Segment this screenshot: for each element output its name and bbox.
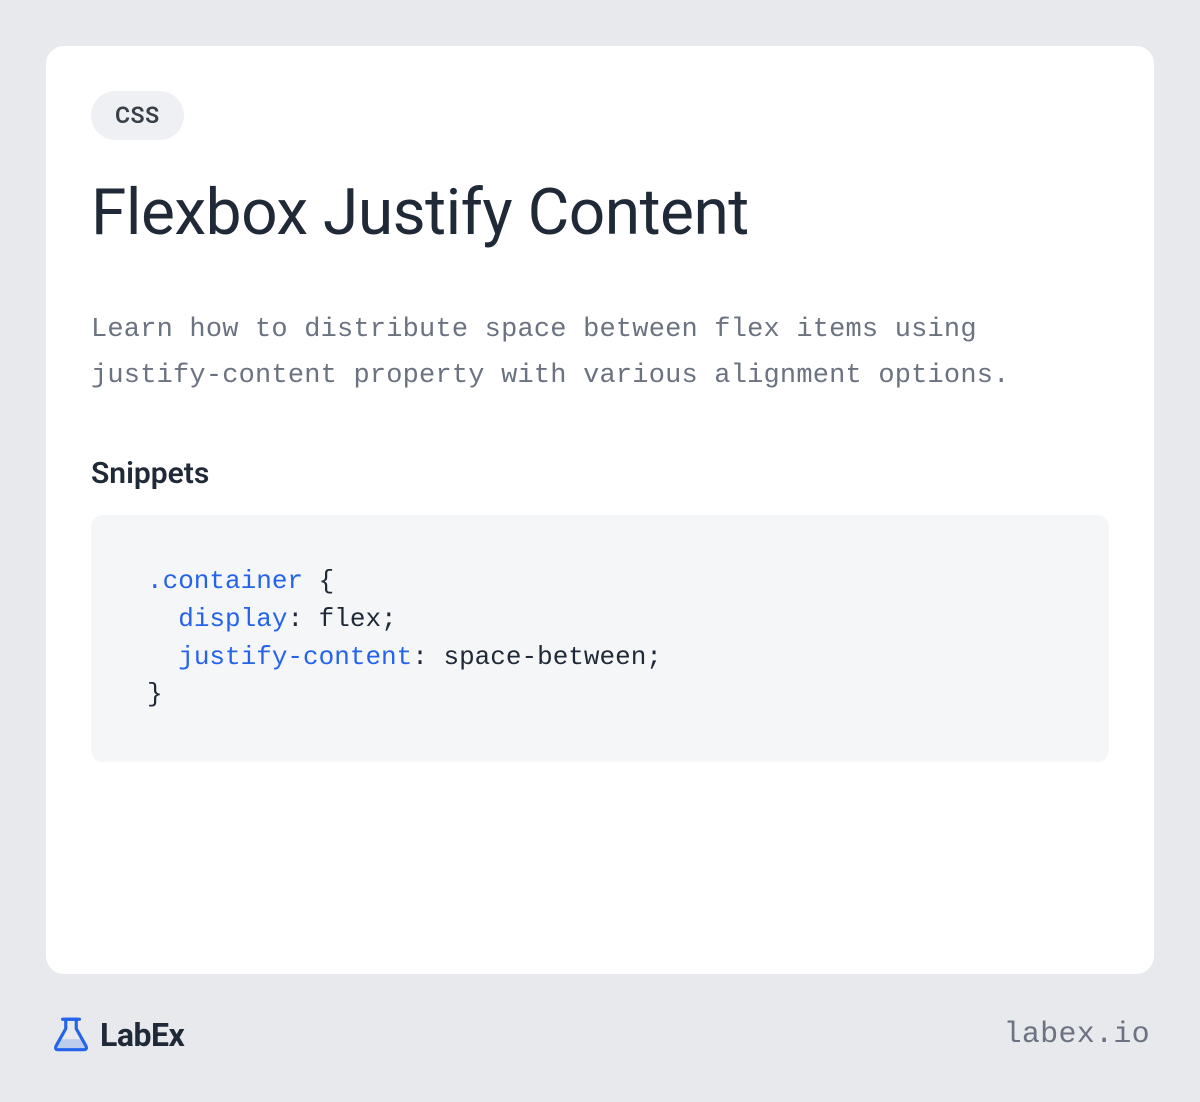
code-value-space-between: : space-between;: [412, 642, 662, 672]
code-open-brace: {: [303, 566, 334, 596]
code-block: .container { display: flex; justify-cont…: [91, 515, 1109, 762]
footer: LabEx labex.io: [46, 1014, 1154, 1056]
footer-url: labex.io: [1004, 1018, 1150, 1052]
flask-icon: [50, 1014, 92, 1056]
category-tag: CSS: [91, 91, 184, 140]
description-text: Learn how to distribute space between fl…: [91, 308, 1109, 400]
content-card: CSS Flexbox Justify Content Learn how to…: [46, 46, 1154, 974]
logo-text: LabEx: [100, 1016, 184, 1054]
code-property-justify-content: justify-content: [178, 642, 412, 672]
code-selector: .container: [147, 566, 303, 596]
logo-container: LabEx: [50, 1014, 184, 1056]
code-close-brace: }: [147, 679, 163, 709]
code-property-display: display: [178, 604, 287, 634]
page-title: Flexbox Justify Content: [91, 178, 1109, 248]
snippets-heading: Snippets: [91, 456, 1109, 491]
code-value-flex: : flex;: [287, 604, 396, 634]
